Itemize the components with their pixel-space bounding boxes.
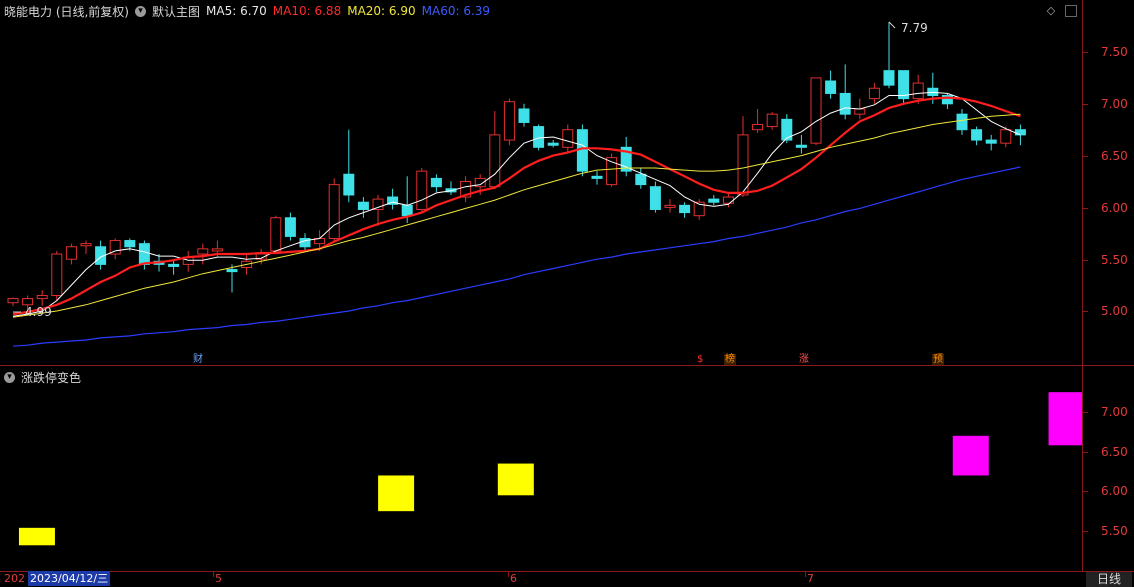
candle-body — [51, 253, 63, 296]
y-tick-label: 7.50 — [1101, 45, 1128, 59]
indicator-header: ▾ 涨跌停变色 — [4, 369, 81, 386]
candle-body — [22, 298, 34, 306]
candle-body — [416, 170, 428, 210]
candle-body — [430, 177, 442, 188]
x-axis-label-partial: 202 — [4, 572, 25, 585]
candle-body — [197, 248, 209, 255]
candle-body — [956, 113, 968, 131]
x-month-label: 5 — [215, 572, 222, 585]
indicator-panel[interactable]: ▾ 涨跌停变色 — [0, 366, 1082, 571]
limit-block — [18, 527, 55, 546]
main-y-axis: 7.50 7.00 6.50 6.00 5.50 5.00 — [1083, 0, 1134, 365]
candle-body — [343, 173, 355, 196]
candle-body — [722, 196, 734, 204]
chart-header: 晓能电力 (日线,前复权) ▾ 默认主图 MA5: 6.70 MA10: 6.8… — [4, 3, 490, 19]
candle-body — [591, 175, 603, 179]
limit-block — [497, 463, 534, 496]
high-marker-line — [888, 21, 896, 29]
candle-body — [971, 129, 983, 141]
y-tick-label: 7.00 — [1101, 97, 1128, 111]
candle-body — [883, 70, 895, 86]
x-month-label: 7 — [807, 572, 814, 585]
candle-body — [518, 108, 530, 123]
candle-body — [226, 269, 238, 273]
candle-body — [138, 243, 150, 265]
y-tick-label: 6.50 — [1101, 445, 1128, 459]
candle-body — [1000, 129, 1012, 144]
selected-date-label: 2023/04/12/三 — [28, 571, 111, 586]
limit-block — [952, 435, 989, 476]
period-selector[interactable]: 日线 — [1086, 572, 1132, 587]
indicator-y-axis: 7.00 6.50 6.00 5.50 — [1083, 366, 1134, 571]
ma-line-ma5 — [12, 91, 1021, 317]
candle-body — [562, 129, 574, 148]
candle-body — [737, 134, 749, 196]
ma-line-ma20 — [12, 113, 1021, 318]
candle-body — [284, 217, 296, 237]
stock-title: 晓能电力 (日线,前复权) — [4, 4, 129, 19]
candle-body — [7, 298, 19, 304]
candle-body — [752, 124, 764, 131]
candle-body — [80, 243, 92, 247]
candle-body — [649, 186, 661, 210]
y-tick-label: 6.50 — [1101, 149, 1128, 163]
candle-body — [927, 87, 939, 97]
candle-body — [503, 101, 515, 141]
high-price-label: 7.79 — [901, 21, 928, 35]
candle-body — [124, 240, 136, 248]
maximize-icon[interactable] — [1065, 5, 1077, 17]
main-chart-panel[interactable]: 7.79 4.99 晓能电力 (日线,前复权) ▾ 默认主图 MA5: 6.70 … — [0, 0, 1082, 366]
limit-color-chart — [18, 392, 1082, 546]
limit-block — [378, 475, 415, 512]
ma20-readout: MA20: 6.90 — [347, 4, 416, 18]
candle-body — [854, 108, 866, 115]
candle-body — [36, 294, 48, 300]
y-tick-label: 5.50 — [1101, 253, 1128, 267]
limit-block — [1048, 392, 1082, 446]
ma5-readout: MA5: 6.70 — [206, 4, 267, 18]
y-tick-label: 6.00 — [1101, 201, 1128, 215]
candle-body — [533, 126, 545, 148]
x-month-label: 6 — [510, 572, 517, 585]
candle-body — [328, 184, 340, 239]
candle-body — [1014, 129, 1026, 136]
candle-body — [825, 80, 837, 94]
y-tick-label: 7.00 — [1101, 405, 1128, 419]
candle-body — [795, 144, 807, 148]
candle-body — [357, 201, 369, 210]
candle-body — [547, 142, 559, 146]
indicator-title[interactable]: 涨跌停变色 — [21, 369, 81, 386]
candle-body — [168, 263, 180, 267]
y-tick-label: 5.50 — [1101, 524, 1128, 538]
ma60-readout: MA60: 6.39 — [421, 4, 491, 18]
template-toggle-icon[interactable]: ▾ — [135, 5, 146, 17]
template-label[interactable]: 默认主图 — [152, 3, 200, 20]
candle-body — [839, 92, 851, 115]
diamond-icon[interactable]: ◇ — [1045, 5, 1057, 17]
candle-body — [810, 77, 822, 144]
indicator-toggle-icon[interactable]: ▾ — [4, 372, 15, 383]
candle-body — [985, 139, 997, 144]
candle-body — [270, 217, 282, 252]
candle-body — [912, 82, 924, 100]
candle-body — [898, 70, 910, 100]
candlestick-chart[interactable]: 7.79 4.99 — [0, 0, 1082, 365]
candle-body — [65, 246, 77, 260]
panel-divider — [0, 365, 1134, 366]
low-price-label: 4.99 — [25, 305, 52, 319]
y-tick-label: 6.00 — [1101, 484, 1128, 498]
candle-body — [635, 173, 647, 186]
y-tick-label: 5.00 — [1101, 304, 1128, 318]
candle-body — [401, 204, 413, 217]
candle-body — [708, 198, 720, 203]
ma10-readout: MA10: 6.88 — [272, 4, 342, 18]
candle-body — [489, 134, 501, 188]
candle-body — [868, 87, 880, 100]
x-axis[interactable]: 202 2023/04/12/三 5 6 7 — [0, 571, 1134, 587]
candle-body — [211, 248, 223, 252]
candle-body — [664, 204, 676, 208]
candle-body — [679, 204, 691, 214]
candle-body — [766, 113, 778, 128]
